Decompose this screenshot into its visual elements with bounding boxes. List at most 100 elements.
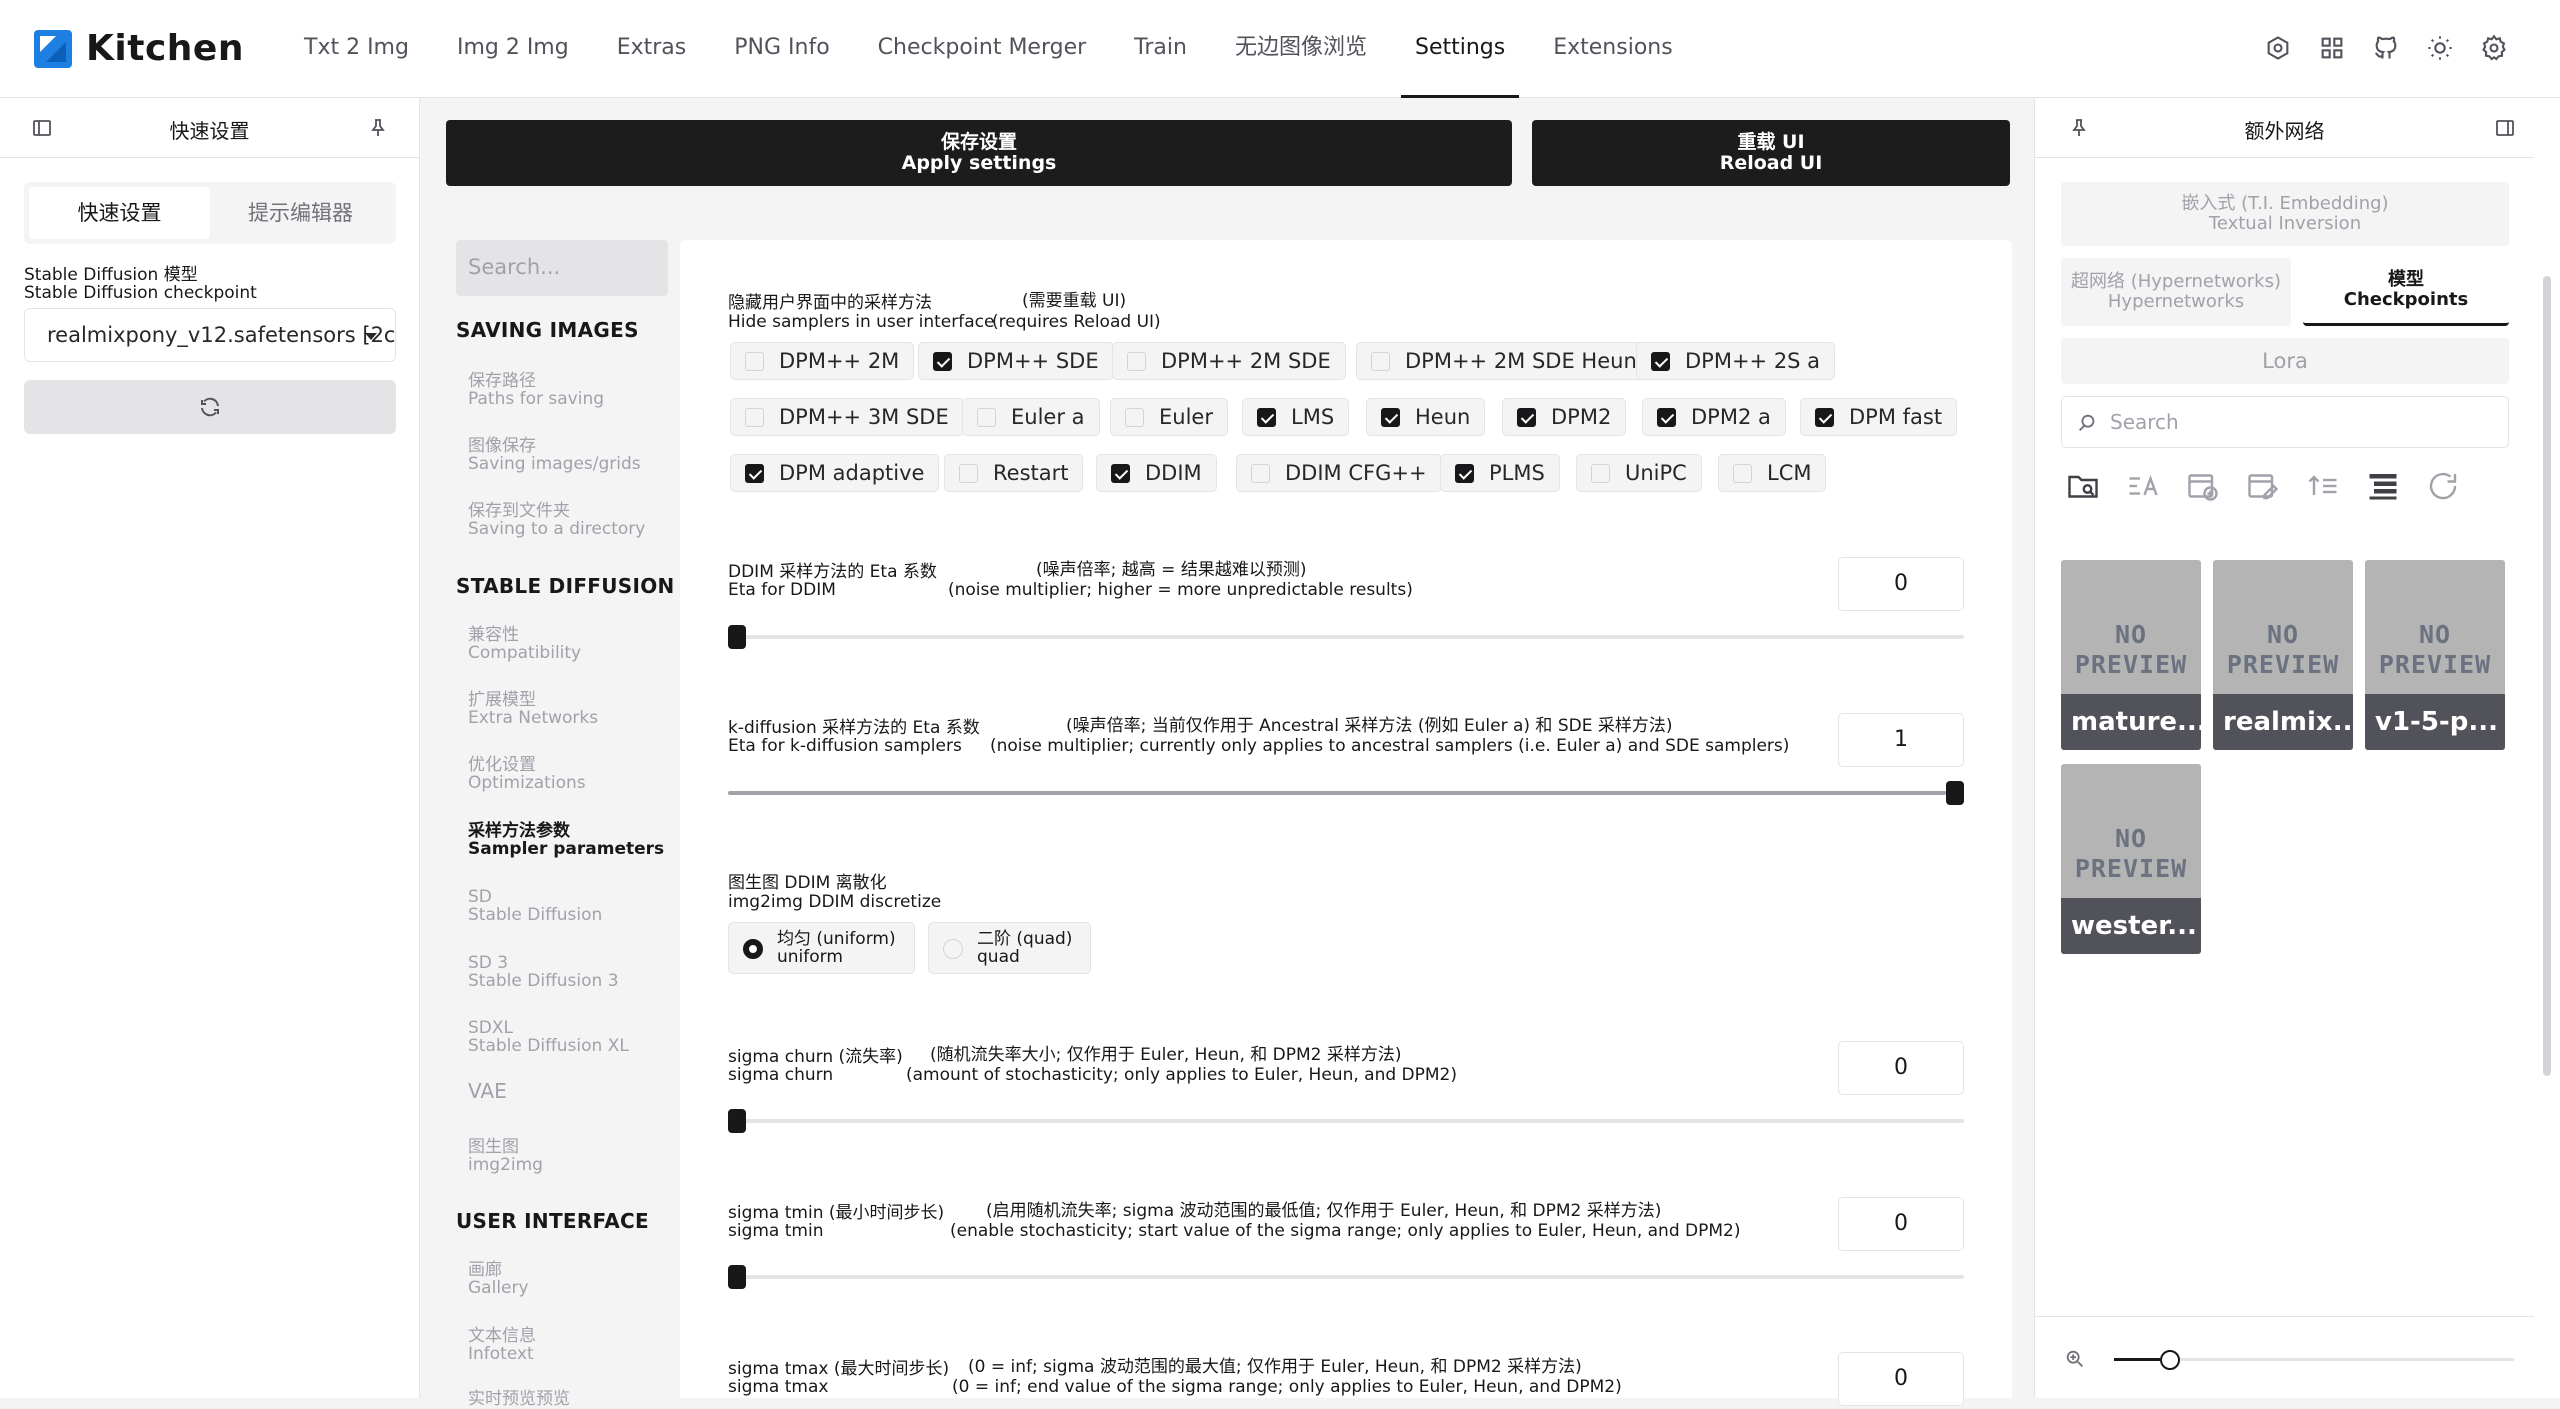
sampler-checkbox[interactable]: LCM (1718, 454, 1827, 492)
sampler-checkbox[interactable]: DPM adaptive (730, 454, 940, 492)
reload-ui-button[interactable]: 重载 UI Reload UI (1532, 120, 2010, 186)
github-icon[interactable] (2370, 32, 2402, 64)
sampler-checkbox[interactable]: DPM++ 2M (730, 342, 915, 380)
extra-networks-search-input[interactable]: Search (2061, 396, 2509, 448)
grid-icon[interactable] (2316, 32, 2348, 64)
nav-sampler-parameters[interactable]: 采样方法参数 Sampler parameters (468, 822, 664, 858)
nav-sdxl[interactable]: SDXL Stable Diffusion XL (468, 1019, 629, 1055)
sigma-churn-slider[interactable] (728, 1109, 1964, 1133)
hexagon-icon[interactable] (2262, 32, 2294, 64)
sampler-checkbox[interactable]: PLMS (1440, 454, 1560, 492)
sidebar-toggle-icon[interactable] (2493, 116, 2517, 140)
nav-gallery[interactable]: 画廊 Gallery (468, 1261, 529, 1297)
page-scrollbar[interactable] (2534, 98, 2560, 1398)
sampler-checkbox[interactable]: DDIM (1096, 454, 1217, 492)
slider-thumb[interactable] (1946, 781, 1964, 805)
nav-sd3[interactable]: SD 3 Stable Diffusion 3 (468, 954, 619, 990)
eta-k-input[interactable]: 1 (1838, 713, 1964, 767)
nav-saving-to-directory[interactable]: 保存到文件夹 Saving to a directory (468, 502, 645, 538)
sampler-checkbox[interactable]: DDIM CFG++ (1236, 454, 1442, 492)
section-saving-images[interactable]: SAVING IMAGES (456, 318, 639, 342)
sampler-checkbox[interactable]: DPM++ 3M SDE (730, 398, 964, 436)
reload-label-en: Reload UI (1719, 152, 1823, 174)
sort-asc-icon[interactable] (2301, 464, 2345, 508)
nav-tab[interactable]: Train (1120, 0, 1201, 98)
sampler-checkbox[interactable]: DPM2 (1502, 398, 1627, 436)
tree-view-icon[interactable] (2361, 464, 2405, 508)
sun-icon[interactable] (2424, 32, 2456, 64)
section-user-interface[interactable]: USER INTERFACE (456, 1209, 649, 1233)
sigma-churn-input[interactable]: 0 (1838, 1041, 1964, 1095)
sampler-checkbox[interactable]: DPM++ 2S a (1636, 342, 1836, 380)
nav-saving-images[interactable]: 图像保存 Saving images/grids (468, 437, 641, 473)
eta-ddim-slider[interactable] (728, 625, 1964, 649)
nav-tab[interactable]: PNG Info (720, 0, 843, 98)
gear-icon[interactable] (2478, 32, 2510, 64)
sigma-tmin-slider[interactable] (728, 1265, 1964, 1289)
checkbox-label: Euler (1159, 405, 1213, 429)
refresh-models-button[interactable] (24, 380, 396, 434)
nav-sd[interactable]: SD Stable Diffusion (468, 888, 602, 924)
pin-icon[interactable] (366, 116, 390, 140)
checkpoint-card[interactable]: NO PREVIEW realmix... (2213, 560, 2353, 750)
nav-tab[interactable]: Checkpoint Merger (864, 0, 1101, 98)
eta-ddim-input[interactable]: 0 (1838, 557, 1964, 611)
nav-img2img[interactable]: 图生图 img2img (468, 1138, 543, 1174)
radio-quad[interactable]: 二阶 (quad) quad (928, 922, 1092, 974)
sampler-checkbox[interactable]: Euler a (962, 398, 1100, 436)
nav-infotext[interactable]: 文本信息 Infotext (468, 1327, 536, 1363)
checkpoint-card[interactable]: NO PREVIEW v1-5-p... (2365, 560, 2505, 750)
checkpoint-card[interactable]: NO PREVIEW wester... (2061, 764, 2201, 954)
slider-thumb[interactable] (728, 625, 746, 649)
refresh-icon[interactable] (2421, 464, 2465, 508)
calendar-edit-icon[interactable] (2241, 464, 2285, 508)
nav-extra-networks[interactable]: 扩展模型 Extra Networks (468, 691, 598, 727)
sampler-checkbox[interactable]: DPM++ 2M SDE Heun (1356, 342, 1652, 380)
app-logo[interactable]: Kitchen (34, 28, 244, 69)
tab-hypernetworks[interactable]: 超网络 (Hypernetworks) Hypernetworks (2061, 258, 2291, 326)
tab-prompt-editor[interactable]: 提示编辑器 (210, 187, 391, 239)
eta-k-slider[interactable] (728, 781, 1964, 805)
nav-tab[interactable]: Img 2 Img (443, 0, 583, 98)
sampler-checkbox[interactable]: DPM2 a (1642, 398, 1786, 436)
nav-tab[interactable]: Txt 2 Img (290, 0, 423, 98)
nav-tab[interactable]: Extensions (1539, 0, 1686, 98)
scrollbar-thumb[interactable] (2543, 276, 2551, 1076)
sampler-checkbox[interactable]: Euler (1110, 398, 1228, 436)
sigma-tmin-input[interactable]: 0 (1838, 1197, 1964, 1251)
slider-thumb[interactable] (728, 1109, 746, 1133)
folder-search-icon[interactable] (2061, 464, 2105, 508)
sampler-checkbox[interactable]: DPM++ 2M SDE (1112, 342, 1346, 380)
checkbox-box (1125, 408, 1144, 427)
settings-search-input[interactable]: Search... (456, 240, 668, 296)
sampler-checkbox[interactable]: DPM fast (1800, 398, 1958, 436)
nav-optimizations[interactable]: 优化设置 Optimizations (468, 756, 586, 792)
nav-tab[interactable]: 无边图像浏览 (1221, 0, 1381, 98)
sampler-checkbox[interactable]: LMS (1242, 398, 1350, 436)
sampler-checkbox[interactable]: Heun (1366, 398, 1486, 436)
tab-textual-inversion[interactable]: 嵌入式 (T.I. Embedding) Textual Inversion (2061, 182, 2509, 246)
sampler-checkbox[interactable]: DPM++ SDE (918, 342, 1114, 380)
nav-live-preview[interactable]: 实时预览预览 (468, 1390, 570, 1408)
sort-alpha-icon[interactable] (2121, 464, 2165, 508)
sigma-tmax-label-zh: sigma tmax (最大时间步长) (728, 1359, 950, 1379)
nav-tab[interactable]: Settings (1400, 0, 1520, 98)
sampler-checkbox[interactable]: UniPC (1576, 454, 1702, 492)
zoom-slider[interactable] (2114, 1350, 2514, 1370)
model-select[interactable]: realmixpony_v12.safetensors [2c (24, 308, 396, 362)
nav-vae[interactable]: VAE (468, 1081, 507, 1101)
apply-settings-button[interactable]: 保存设置 Apply settings (446, 120, 1512, 186)
checkpoint-card[interactable]: NO PREVIEW mature... (2061, 560, 2201, 750)
tab-checkpoints[interactable]: 模型 Checkpoints (2303, 258, 2509, 326)
slider-thumb[interactable] (728, 1265, 746, 1289)
nav-paths-for-saving[interactable]: 保存路径 Paths for saving (468, 372, 604, 408)
tab-lora[interactable]: Lora (2061, 338, 2509, 384)
nav-tab[interactable]: Extras (603, 0, 701, 98)
zoom-thumb[interactable] (2159, 1350, 2180, 1370)
radio-uniform[interactable]: 均匀 (uniform) uniform (728, 922, 915, 974)
nav-compatibility[interactable]: 兼容性 Compatibility (468, 626, 581, 662)
sampler-checkbox[interactable]: Restart (944, 454, 1084, 492)
section-stable-diffusion[interactable]: STABLE DIFFUSION (456, 574, 675, 598)
tab-quick-settings[interactable]: 快速设置 (29, 187, 210, 239)
calendar-add-icon[interactable] (2181, 464, 2225, 508)
